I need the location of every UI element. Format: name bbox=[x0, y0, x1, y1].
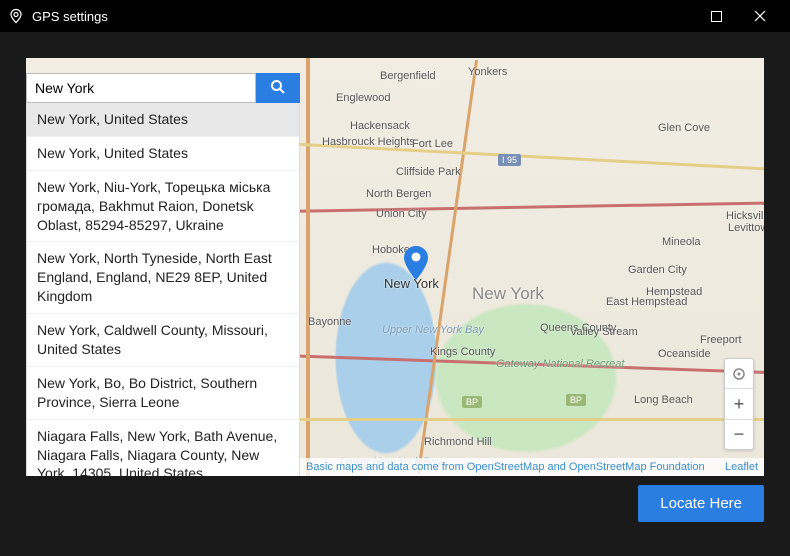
search-button[interactable] bbox=[256, 73, 300, 103]
map-place-label: Glen Cove bbox=[658, 122, 710, 134]
map-place-label: Valley Stream bbox=[570, 326, 638, 338]
suggestion-item[interactable]: New York, Bo, Bo District, Southern Prov… bbox=[27, 366, 299, 419]
suggestion-item[interactable]: New York, North Tyneside, North East Eng… bbox=[27, 241, 299, 313]
map-place-label: Freeport bbox=[700, 334, 742, 346]
suggestion-item[interactable]: New York, Niu-York, Торецька міська гром… bbox=[27, 170, 299, 242]
map-place-label: Long Beach bbox=[634, 394, 693, 406]
map-place-label: Bergenfield bbox=[380, 70, 436, 82]
map-place-label: Richmond Hill bbox=[424, 436, 492, 448]
zoom-out-button[interactable]: − bbox=[725, 419, 753, 449]
location-marker-icon[interactable] bbox=[404, 246, 428, 280]
map-place-label: Englewood bbox=[336, 92, 390, 104]
map-area[interactable]: Yonkers Bergenfield Englewood Hackensack… bbox=[26, 58, 764, 476]
map-place-label: Bayonne bbox=[308, 316, 351, 328]
map-place-label: Gateway National Recreat bbox=[496, 358, 624, 370]
window-controls bbox=[694, 0, 782, 32]
highway-shield: BP bbox=[462, 396, 482, 408]
map-place-label: Kings County bbox=[430, 346, 495, 358]
suggestion-item[interactable]: New York, United States bbox=[27, 103, 299, 136]
search-panel: New York, United States New York, United… bbox=[26, 73, 300, 476]
map-place-label: Union City bbox=[376, 208, 427, 220]
map-place-label: Hicksville bbox=[726, 210, 764, 222]
content: Yonkers Bergenfield Englewood Hackensack… bbox=[26, 58, 764, 530]
map-place-label: Levittown bbox=[728, 222, 764, 234]
location-pin-icon bbox=[8, 8, 24, 24]
zoom-controls: + − bbox=[724, 358, 754, 450]
search-suggestions: New York, United States New York, United… bbox=[26, 103, 300, 476]
map-place-label: Hackensack bbox=[350, 120, 410, 132]
close-button[interactable] bbox=[738, 0, 782, 32]
leaflet-link[interactable]: Leaflet bbox=[725, 461, 758, 473]
map-place-label: Fort Lee bbox=[412, 138, 453, 150]
map-place-label: East Hempstead bbox=[606, 296, 687, 308]
window-title: GPS settings bbox=[32, 9, 694, 24]
maximize-button[interactable] bbox=[694, 0, 738, 32]
map-big-label: New York bbox=[472, 284, 544, 304]
search-input[interactable] bbox=[26, 73, 256, 103]
bottom-bar: Locate Here bbox=[26, 476, 764, 530]
suggestion-item[interactable]: Niagara Falls, New York, Bath Avenue, Ni… bbox=[27, 419, 299, 476]
recenter-button[interactable] bbox=[725, 359, 753, 389]
map-place-label: Upper New York Bay bbox=[382, 324, 484, 336]
map-place-label: Oceanside bbox=[658, 348, 711, 360]
zoom-in-button[interactable]: + bbox=[725, 389, 753, 419]
map-place-label: Garden City bbox=[628, 264, 687, 276]
map-place-label: Cliffside Park bbox=[396, 166, 461, 178]
map-place-label: Hasbrouck Heights bbox=[322, 136, 415, 148]
map-attribution: Basic maps and data come from OpenStreet… bbox=[300, 458, 764, 476]
locate-here-button[interactable]: Locate Here bbox=[638, 485, 764, 522]
map-place-label: North Bergen bbox=[366, 188, 431, 200]
titlebar: GPS settings bbox=[0, 0, 790, 32]
highway-shield: BP bbox=[566, 394, 586, 406]
map-place-label: Mineola bbox=[662, 236, 701, 248]
highway-shield: I 95 bbox=[498, 154, 521, 166]
suggestion-item[interactable]: New York, United States bbox=[27, 136, 299, 170]
map-place-label: Yonkers bbox=[468, 66, 507, 78]
search-icon bbox=[270, 79, 286, 98]
attribution-text[interactable]: Basic maps and data come from OpenStreet… bbox=[306, 461, 705, 473]
suggestion-item[interactable]: New York, Caldwell County, Missouri, Uni… bbox=[27, 313, 299, 366]
